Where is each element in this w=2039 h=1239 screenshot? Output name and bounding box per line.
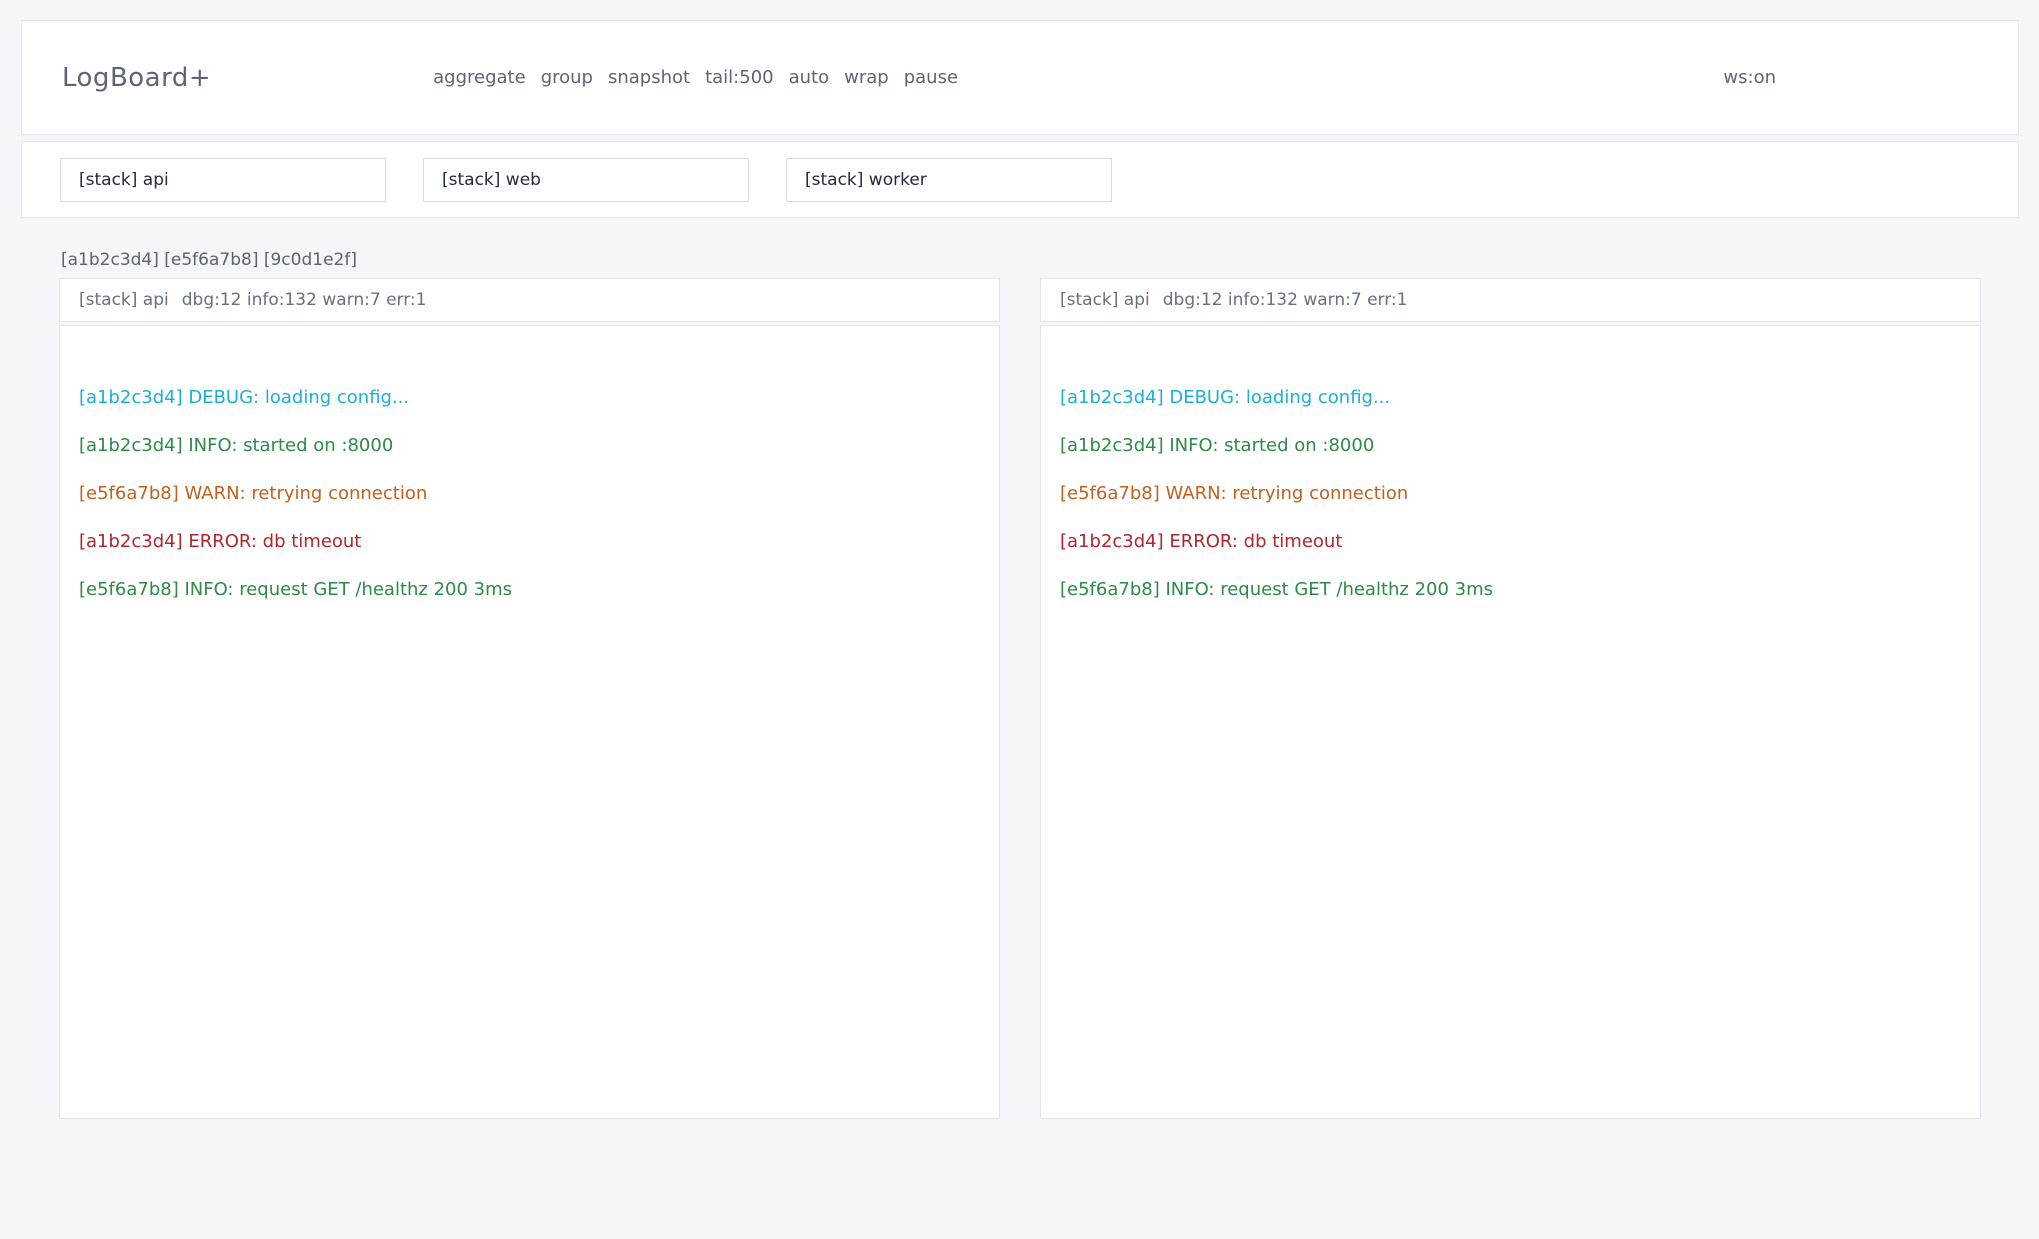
trace-ids: [a1b2c3d4] [e5f6a7b8] [9c0d1e2f] (61, 250, 2039, 272)
app-header-bar: LogBoard+ aggregate group snapshot tail:… (21, 20, 2019, 135)
filter-input-web[interactable] (423, 158, 749, 202)
panel-label: [stack] api (79, 290, 169, 310)
log-line: [a1b2c3d4] INFO: started on :8000 (1060, 422, 1961, 470)
log-panel-1: [stack] api dbg:12 info:132 warn:7 err:1… (59, 278, 1000, 1119)
log-line: [a1b2c3d4] INFO: started on :8000 (79, 422, 980, 470)
panels-row: [stack] api dbg:12 info:132 warn:7 err:1… (59, 278, 1981, 1119)
panel-label: [stack] api (1060, 290, 1150, 310)
toolbar-item-pause[interactable]: pause (904, 67, 958, 88)
toolbar-item-snapshot[interactable]: snapshot (608, 67, 690, 88)
log-line: [e5f6a7b8] INFO: request GET /healthz 20… (1060, 566, 1961, 614)
log-line: [a1b2c3d4] ERROR: db timeout (1060, 518, 1961, 566)
toolbar-item-tail[interactable]: tail:500 (705, 67, 774, 88)
filter-bar (21, 141, 2019, 218)
log-body[interactable]: [a1b2c3d4] DEBUG: loading config... [a1b… (59, 325, 1000, 1119)
log-line: [a1b2c3d4] DEBUG: loading config... (79, 374, 980, 422)
filter-input-worker[interactable] (786, 158, 1112, 202)
panel-stats: dbg:12 info:132 warn:7 err:1 (1163, 290, 1408, 310)
panel-header: [stack] api dbg:12 info:132 warn:7 err:1 (1040, 278, 1981, 322)
ws-status: ws:on (1723, 67, 1776, 88)
panel-stats: dbg:12 info:132 warn:7 err:1 (182, 290, 427, 310)
toolbar-item-aggregate[interactable]: aggregate (433, 67, 526, 88)
toolbar-item-auto[interactable]: auto (789, 67, 830, 88)
filter-input-api[interactable] (60, 158, 386, 202)
log-panel-2: [stack] api dbg:12 info:132 warn:7 err:1… (1040, 278, 1981, 1119)
log-line: [a1b2c3d4] ERROR: db timeout (79, 518, 980, 566)
log-line: [e5f6a7b8] WARN: retrying connection (79, 470, 980, 518)
toolbar: aggregate group snapshot tail:500 auto w… (433, 67, 958, 88)
log-line: [e5f6a7b8] WARN: retrying connection (1060, 470, 1961, 518)
log-line: [e5f6a7b8] INFO: request GET /healthz 20… (79, 566, 980, 614)
toolbar-item-group[interactable]: group (541, 67, 593, 88)
panel-header: [stack] api dbg:12 info:132 warn:7 err:1 (59, 278, 1000, 322)
log-body[interactable]: [a1b2c3d4] DEBUG: loading config... [a1b… (1040, 325, 1981, 1119)
log-line: [a1b2c3d4] DEBUG: loading config... (1060, 374, 1961, 422)
toolbar-item-wrap[interactable]: wrap (844, 67, 889, 88)
app-title: LogBoard+ (62, 63, 211, 93)
